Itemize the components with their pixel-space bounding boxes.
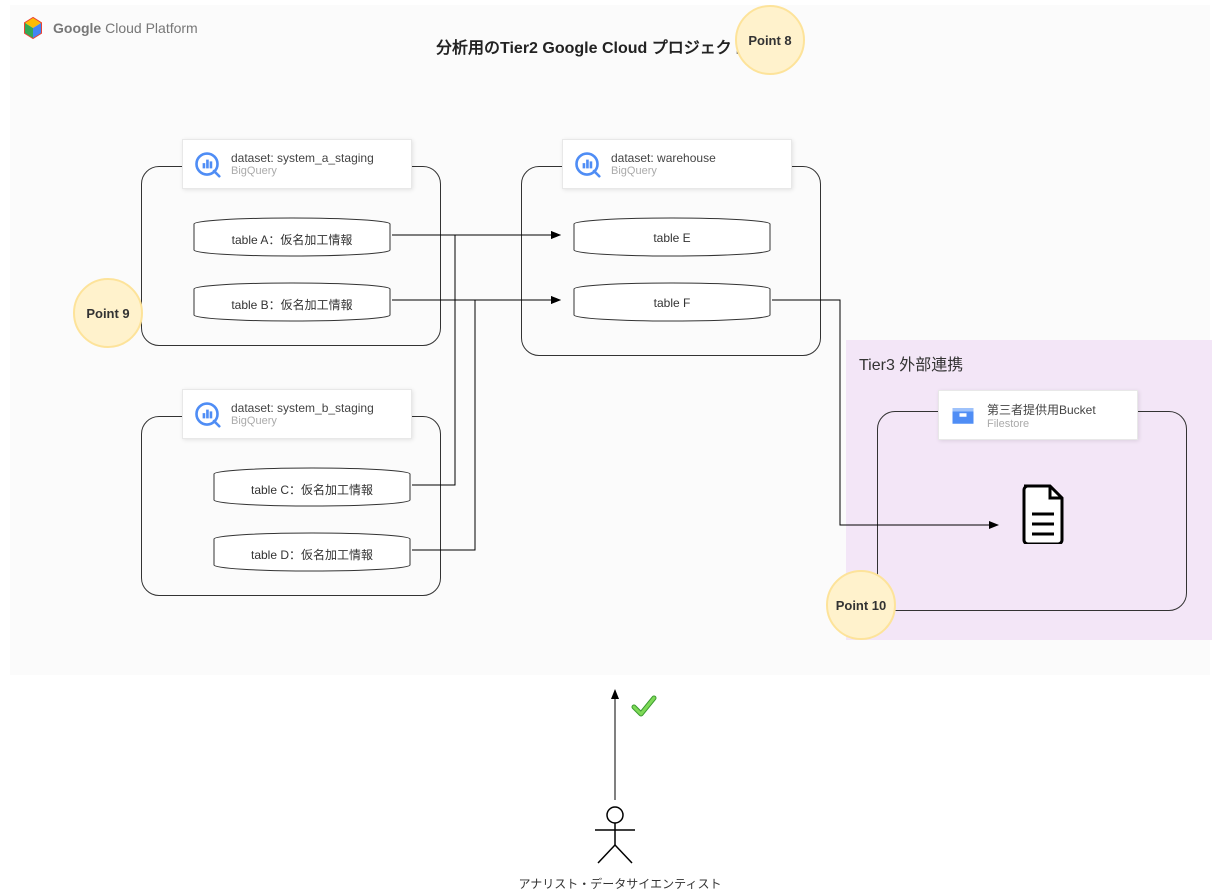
point-8-badge: Point 8 (735, 5, 805, 75)
dataset-card-system-a: dataset: system_a_staging BigQuery (182, 139, 412, 189)
table-a-cylinder: table A：仮名加工情報 (192, 217, 392, 257)
dataset-card-system-b: dataset: system_b_staging BigQuery (182, 389, 412, 439)
table-c-cylinder: table C：仮名加工情報 (212, 467, 412, 507)
dataset-label: dataset: system_b_staging (231, 401, 374, 415)
table-e-cylinder: table E (572, 217, 772, 257)
bigquery-icon (573, 150, 601, 178)
dataset-card-warehouse: dataset: warehouse BigQuery (562, 139, 792, 189)
bigquery-icon (193, 400, 221, 428)
point-9-badge: Point 9 (73, 278, 143, 348)
filestore-icon (949, 401, 977, 429)
product-label: BigQuery (231, 415, 374, 427)
dataset-label: dataset: warehouse (611, 151, 716, 165)
dataset-warehouse: dataset: warehouse BigQuery table E tabl… (521, 166, 821, 356)
file-icon (1018, 484, 1068, 544)
dataset-system-b: dataset: system_b_staging BigQuery table… (141, 416, 441, 596)
gcp-brand-text: Google Cloud Platform (53, 20, 198, 36)
bigquery-icon (193, 150, 221, 178)
filestore-card: 第三者提供用Bucket Filestore (938, 390, 1138, 440)
actor-icon (590, 805, 640, 865)
table-f-cylinder: table F (572, 282, 772, 322)
project-title: 分析用のTier2 Google Cloud プロジェクト (436, 34, 748, 58)
table-b-cylinder: table B：仮名加工情報 (192, 282, 392, 322)
point-10-badge: Point 10 (826, 570, 896, 640)
tier3-container: 第三者提供用Bucket Filestore (877, 411, 1187, 611)
dataset-system-a: dataset: system_a_staging BigQuery table… (141, 166, 441, 346)
product-label: BigQuery (611, 165, 716, 177)
gcp-header: Google Cloud Platform (21, 16, 198, 40)
tier3-box: Tier3 外部連携 第三者提供用Bucket Filestore (846, 340, 1212, 640)
table-d-cylinder: table D：仮名加工情報 (212, 532, 412, 572)
gcp-logo-icon (21, 16, 45, 40)
dataset-label: dataset: system_a_staging (231, 151, 374, 165)
actor-label: アナリスト・データサイエンティスト (510, 875, 730, 892)
checkmark-icon (631, 693, 657, 719)
gcp-project-box: Google Cloud Platform 分析用のTier2 Google C… (10, 5, 1210, 675)
tier3-title: Tier3 外部連携 (859, 351, 963, 375)
product-label: BigQuery (231, 165, 374, 177)
bucket-label: 第三者提供用Bucket (987, 401, 1096, 418)
bucket-product: Filestore (987, 418, 1096, 430)
